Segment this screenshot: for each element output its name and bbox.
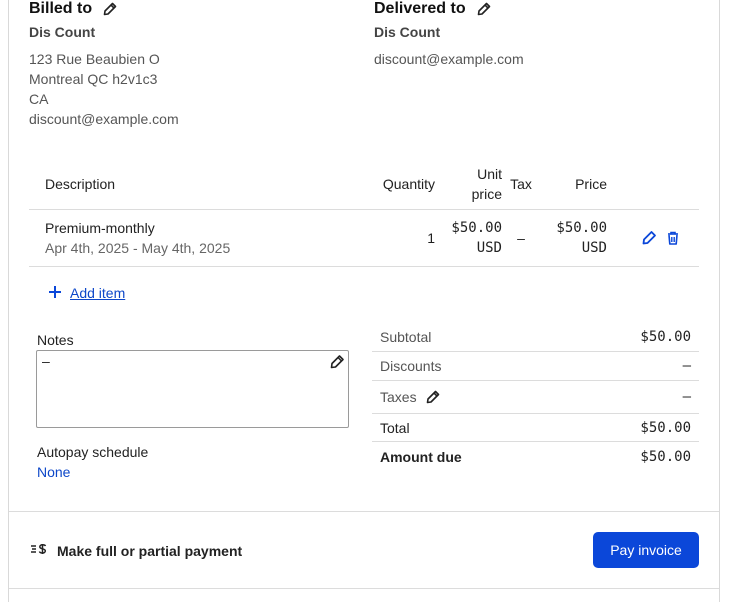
taxes-value: –: [682, 389, 691, 405]
payment-row: Make full or partial payment: [30, 541, 242, 560]
autopay-schedule-link[interactable]: None: [37, 464, 70, 480]
total-label: Total: [380, 419, 410, 436]
amount-due-label: Amount due: [380, 449, 462, 465]
billed-to-section: Billed to Dis Count 123 Rue Beaubien O M…: [29, 0, 179, 129]
add-item-label: Add item: [70, 285, 126, 301]
discounts-value: –: [682, 358, 691, 374]
item-description-cell: Premium-monthly Apr 4th, 2025 - May 4th,…: [29, 209, 354, 267]
taxes-label-group: Taxes: [380, 389, 441, 405]
pay-invoice-button[interactable]: Pay invoice: [593, 532, 699, 568]
col-quantity: Quantity: [354, 160, 436, 210]
item-unit-currency: USD: [476, 239, 502, 256]
billed-to-email: discount@example.com: [29, 111, 179, 127]
delivered-to-section: Delivered to Dis Count discount@example.…: [374, 0, 524, 69]
col-unit-price: Unit price: [436, 160, 502, 210]
subtotal-value: $50.00: [640, 328, 691, 345]
add-item-link[interactable]: Add item: [48, 283, 125, 303]
billed-to-line: CA: [29, 91, 49, 107]
taxes-label: Taxes: [380, 389, 417, 405]
edit-item-pencil-icon[interactable]: [641, 230, 657, 246]
edit-taxes-pencil-icon[interactable]: [425, 389, 441, 405]
edit-notes-pencil-icon[interactable]: [329, 354, 345, 370]
totals-panel: Subtotal $50.00 Discounts – Taxes – Tota…: [372, 322, 699, 472]
payment-label: Make full or partial payment: [57, 542, 243, 559]
discounts-row: Discounts –: [372, 352, 699, 381]
item-tax: –: [502, 209, 540, 267]
total-value: $50.00: [640, 419, 691, 436]
billed-to-name: Dis Count: [29, 24, 96, 40]
item-price-cell: $50.00 USD: [540, 209, 607, 267]
delivered-to-title: Delivered to: [374, 0, 466, 17]
col-actions: [607, 160, 699, 210]
amount-due-row: Amount due $50.00: [372, 442, 699, 472]
edit-delivered-to-pencil-icon[interactable]: [476, 1, 492, 17]
line-items-table: Description Quantity Unit price Tax Pric…: [29, 160, 699, 267]
discounts-label: Discounts: [380, 358, 442, 374]
col-tax: Tax: [502, 160, 540, 210]
notes-field[interactable]: –: [36, 350, 349, 428]
item-unit-price: $50.00: [451, 219, 502, 236]
edit-billed-to-pencil-icon[interactable]: [102, 1, 118, 17]
item-unit-price-cell: $50.00 USD: [436, 209, 502, 267]
taxes-row: Taxes –: [372, 381, 699, 414]
item-quantity: 1: [354, 209, 436, 267]
plus-icon: [48, 285, 62, 302]
col-description: Description: [29, 160, 354, 210]
total-row: Total $50.00: [372, 414, 699, 442]
autopay-label: Autopay schedule: [37, 444, 149, 460]
item-dates: Apr 4th, 2025 - May 4th, 2025: [45, 239, 231, 256]
item-price-currency: USD: [581, 239, 607, 256]
table-header-row: Description Quantity Unit price Tax Pric…: [29, 160, 699, 210]
col-unit-price-line1: Unit: [477, 166, 502, 183]
billed-to-title: Billed to: [29, 0, 93, 17]
item-name: Premium-monthly: [45, 219, 155, 236]
delivered-to-email: discount@example.com: [374, 51, 524, 67]
billed-to-line: Montreal QC h2v1c3: [29, 71, 158, 87]
delivered-to-name: Dis Count: [374, 24, 441, 40]
section-divider: [9, 511, 719, 512]
billed-to-line: 123 Rue Beaubien O: [29, 51, 160, 67]
item-price: $50.00: [556, 219, 607, 236]
notes-label: Notes: [37, 332, 74, 348]
subtotal-row: Subtotal $50.00: [372, 322, 699, 352]
amount-due-value: $50.00: [640, 449, 691, 465]
col-unit-price-line2: price: [471, 186, 502, 203]
subtotal-label: Subtotal: [380, 328, 432, 345]
col-price: Price: [540, 160, 607, 210]
payment-speed-icon: [30, 541, 48, 560]
delete-item-trash-icon[interactable]: [665, 230, 681, 246]
bottom-divider: [9, 588, 719, 589]
notes-value: –: [42, 353, 50, 369]
table-row: Premium-monthly Apr 4th, 2025 - May 4th,…: [29, 209, 699, 267]
item-actions-cell: [607, 209, 699, 267]
